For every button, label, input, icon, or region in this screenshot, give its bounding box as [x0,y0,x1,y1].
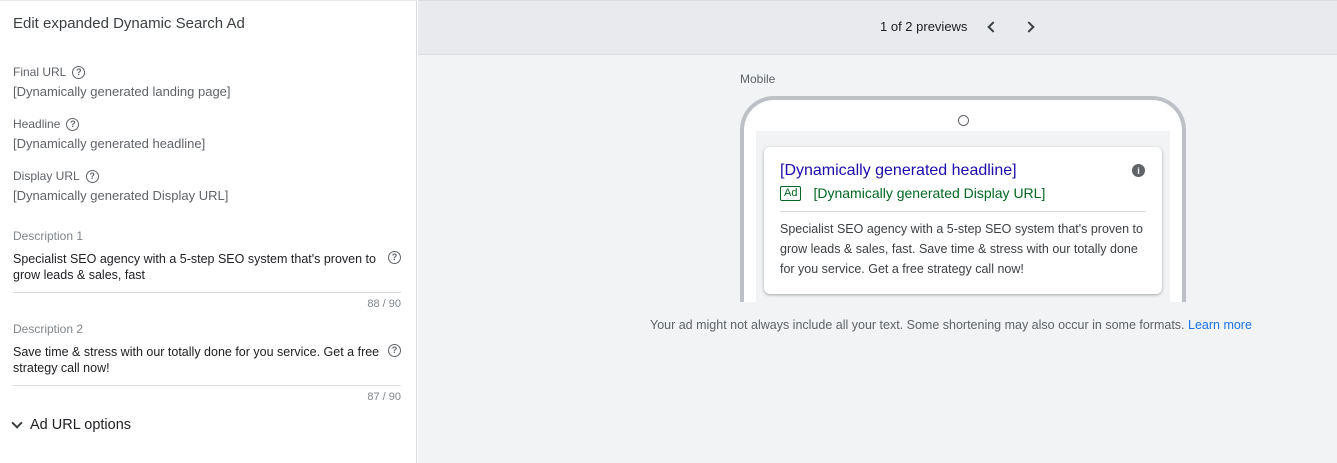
display-url-label: Display URL ? [13,169,99,183]
display-url-value: [Dynamically generated Display URL] [13,188,229,203]
ad-editor-panel: Edit expanded Dynamic Search Ad Final UR… [0,0,417,463]
final-url-value: [Dynamically generated landing page] [13,84,231,99]
preview-panel: 1 of 2 previews Mobile [Dynamically gene… [418,0,1337,463]
panel-title: Edit expanded Dynamic Search Ad [13,15,245,32]
description1-label: Description 1 [13,229,84,243]
description1-input[interactable]: Specialist SEO agency with a 5-step SEO … [13,251,401,293]
ad-preview-card: [Dynamically generated headline] i Ad [D… [764,147,1162,294]
ad-url-options-toggle[interactable]: Ad URL options [11,417,131,433]
next-preview-button[interactable] [1021,17,1041,37]
description2-text[interactable]: Save time & stress with our totally done… [13,344,385,376]
ad-display-url: [Dynamically generated Display URL] [813,185,1046,201]
ad-headline[interactable]: [Dynamically generated headline] [780,162,1017,180]
phone-frame: [Dynamically generated headline] i Ad [D… [740,96,1186,302]
description1-counter: 88 / 90 [367,298,401,310]
description2-counter: 87 / 90 [367,391,401,403]
info-icon[interactable]: i [1132,164,1145,177]
headline-label: Headline ? [13,117,80,131]
headline-help-icon[interactable]: ? [66,117,80,131]
preview-disclaimer: Your ad might not always include all you… [650,318,1252,332]
disclaimer-text: Your ad might not always include all you… [650,318,1185,332]
description1-text[interactable]: Specialist SEO agency with a 5-step SEO … [13,251,385,283]
phone-screen: [Dynamically generated headline] i Ad [D… [756,131,1170,302]
phone-camera-icon [958,115,969,126]
ad-description: Specialist SEO agency with a 5-step SEO … [780,222,1143,276]
description2-input[interactable]: Save time & stress with our totally done… [13,344,401,386]
previous-preview-button[interactable] [981,17,1001,37]
ad-badge: Ad [780,185,802,201]
final-url-help-icon[interactable]: ? [72,65,86,79]
description1-help-icon[interactable]: ? [388,251,401,264]
headline-value: [Dynamically generated headline] [13,136,206,151]
ad-url-options-label[interactable]: Ad URL options [30,417,131,433]
ad-url-row: Ad [Dynamically generated Display URL] [780,185,1045,201]
device-label: Mobile [740,72,776,86]
display-url-help-icon[interactable]: ? [85,169,99,183]
final-url-label: Final URL ? [13,65,86,79]
learn-more-link[interactable]: Learn more [1188,318,1252,332]
chevron-down-icon[interactable] [11,417,23,429]
preview-toolbar: 1 of 2 previews [418,1,1337,55]
chevron-right-icon [1023,21,1035,33]
description2-help-icon[interactable]: ? [388,344,401,357]
chevron-left-icon [987,21,999,33]
description2-label: Description 2 [13,322,84,336]
preview-count: 1 of 2 previews [880,19,968,34]
ad-divider [780,211,1146,212]
